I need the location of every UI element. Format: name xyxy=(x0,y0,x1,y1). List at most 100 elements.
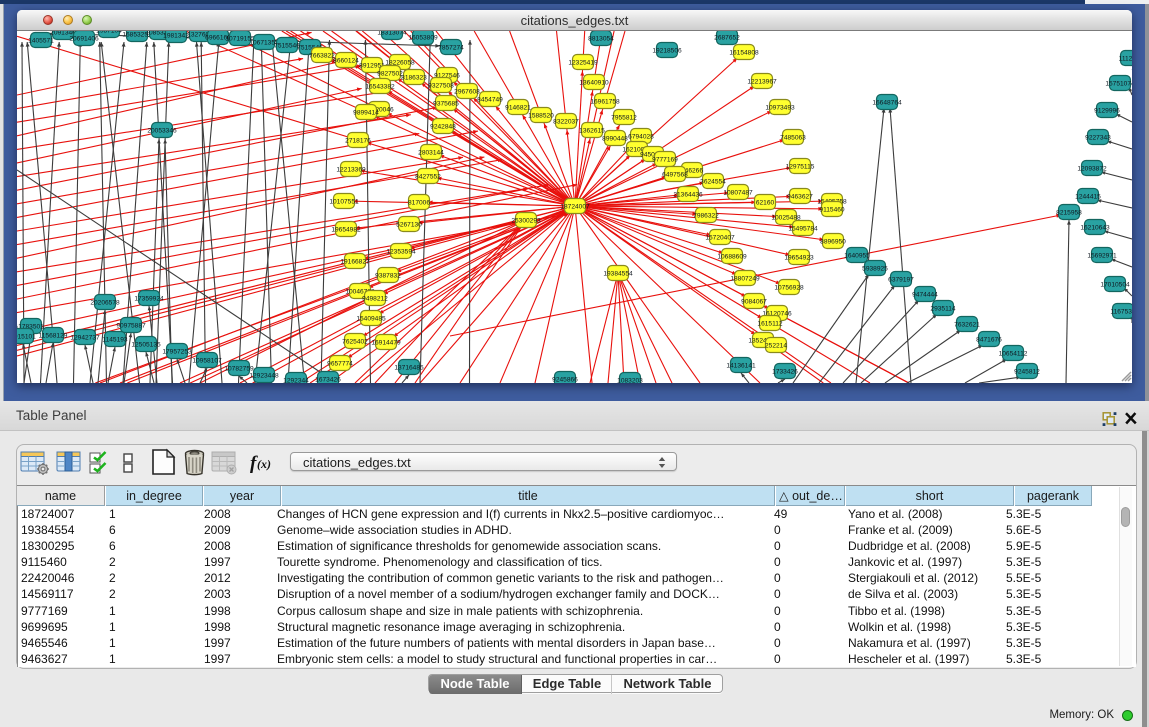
svg-text:8454749: 8454749 xyxy=(477,96,503,103)
svg-text:11568129: 11568129 xyxy=(39,332,68,339)
svg-text:252214: 252214 xyxy=(765,342,787,349)
svg-text:9375685: 9375685 xyxy=(433,100,459,107)
svg-text:1083203: 1083203 xyxy=(617,377,643,383)
svg-text:2935114: 2935114 xyxy=(930,305,956,312)
svg-text:10958107: 10958107 xyxy=(192,357,222,364)
svg-text:20691406: 20691406 xyxy=(69,35,99,42)
svg-text:3624554: 3624554 xyxy=(700,178,726,185)
svg-text:9146821: 9146821 xyxy=(505,104,531,111)
svg-text:5938925: 5938925 xyxy=(862,265,888,272)
svg-text:12325419: 12325419 xyxy=(568,59,598,66)
svg-text:1145193: 1145193 xyxy=(102,336,128,343)
svg-text:7632621: 7632621 xyxy=(954,321,980,328)
svg-text:9387832: 9387832 xyxy=(375,272,401,279)
svg-text:1640955: 1640955 xyxy=(844,252,870,259)
svg-text:1292344: 1292344 xyxy=(283,377,309,383)
svg-text:5267130: 5267130 xyxy=(396,221,422,228)
svg-text:3915101: 3915101 xyxy=(17,333,36,340)
svg-text:12505135: 12505135 xyxy=(131,341,161,348)
svg-text:17957253: 17957253 xyxy=(162,348,192,355)
svg-text:17359924: 17359924 xyxy=(134,295,164,302)
svg-text:1362615: 1362615 xyxy=(579,127,605,134)
svg-text:62160: 62160 xyxy=(756,199,775,206)
svg-text:21364436: 21364436 xyxy=(673,191,703,198)
svg-text:1673426: 1673426 xyxy=(315,376,341,383)
svg-text:8427552: 8427552 xyxy=(415,173,441,180)
svg-text:9115460: 9115460 xyxy=(819,206,845,213)
svg-text:20053346: 20053346 xyxy=(147,127,177,134)
svg-text:10688609: 10688609 xyxy=(717,253,747,260)
svg-text:15720407: 15720407 xyxy=(705,234,735,241)
svg-text:12213967: 12213967 xyxy=(747,78,777,85)
svg-text:13716485: 13716485 xyxy=(394,364,424,371)
svg-text:2718176: 2718176 xyxy=(345,137,371,144)
svg-text:12093872: 12093872 xyxy=(1077,165,1107,172)
svg-text:16053809: 16053809 xyxy=(408,34,438,41)
svg-text:10107551: 10107551 xyxy=(329,198,359,205)
svg-text:15692971: 15692971 xyxy=(1087,252,1117,259)
svg-text:7986322: 7986322 xyxy=(693,212,719,219)
svg-text:2687652: 2687652 xyxy=(714,34,740,41)
svg-text:1112134: 1112134 xyxy=(1119,55,1132,62)
svg-text:19654982: 19654982 xyxy=(331,226,361,233)
svg-text:16210643: 16210643 xyxy=(1080,224,1110,231)
svg-text:2803144: 2803144 xyxy=(418,149,444,156)
svg-text:12353594: 12353594 xyxy=(386,248,416,255)
svg-text:16648764: 16648764 xyxy=(872,99,902,106)
svg-text:25300293: 25300293 xyxy=(511,217,541,224)
svg-text:1987104: 1987104 xyxy=(96,31,122,34)
svg-text:13640910: 13640910 xyxy=(579,79,609,86)
svg-text:6497568: 6497568 xyxy=(662,171,688,178)
svg-text:19384554: 19384554 xyxy=(603,270,633,277)
svg-text:6794028: 6794028 xyxy=(628,133,654,140)
svg-text:9242848: 9242848 xyxy=(430,123,456,130)
svg-text:9899414: 9899414 xyxy=(353,109,379,116)
svg-text:17010504: 17010504 xyxy=(1100,281,1130,288)
svg-text:19218506: 19218506 xyxy=(652,47,682,54)
svg-text:16914479: 16914479 xyxy=(371,339,401,346)
svg-text:9657774: 9657774 xyxy=(327,360,353,367)
svg-text:8215958: 8215958 xyxy=(1056,209,1082,216)
svg-text:8322037: 8322037 xyxy=(553,118,579,125)
svg-text:10973493: 10973493 xyxy=(765,104,795,111)
svg-text:8813054: 8813054 xyxy=(588,35,614,42)
svg-text:20206578: 20206578 xyxy=(90,299,120,306)
svg-text:10654112: 10654112 xyxy=(999,350,1028,357)
svg-text:18313074: 18313074 xyxy=(377,31,407,36)
svg-text:18724007: 18724007 xyxy=(560,203,590,210)
svg-text:15495784: 15495784 xyxy=(788,225,818,232)
svg-text:9827502: 9827502 xyxy=(377,70,403,77)
svg-text:9474444: 9474444 xyxy=(912,291,938,298)
svg-text:(x): (x) xyxy=(257,457,271,471)
svg-text:12942737: 12942737 xyxy=(70,334,100,341)
svg-text:1588520: 1588520 xyxy=(528,112,554,119)
svg-text:8471676: 8471676 xyxy=(976,336,1002,343)
svg-text:7663822: 7663822 xyxy=(309,52,335,59)
svg-text:9084067: 9084067 xyxy=(741,298,767,305)
svg-text:8990448: 8990448 xyxy=(602,135,628,142)
svg-text:8660124: 8660124 xyxy=(333,57,359,64)
svg-text:1733426: 1733426 xyxy=(772,368,798,375)
svg-text:8186323: 8186323 xyxy=(401,74,427,81)
svg-text:9327508: 9327508 xyxy=(428,82,454,89)
svg-text:7625402: 7625402 xyxy=(342,338,368,345)
svg-text:16543382: 16543382 xyxy=(365,83,395,90)
svg-text:9498212: 9498212 xyxy=(362,295,388,302)
svg-text:7485063: 7485063 xyxy=(780,134,806,141)
svg-text:10782759: 10782759 xyxy=(224,365,254,372)
svg-text:817006: 817006 xyxy=(408,199,430,206)
svg-text:10807487: 10807487 xyxy=(723,189,753,196)
svg-text:12975115: 12975115 xyxy=(786,163,815,170)
svg-text:19166827: 19166827 xyxy=(340,258,370,265)
svg-text:18807249: 18807249 xyxy=(730,275,760,282)
svg-text:12923448: 12923448 xyxy=(249,372,279,379)
svg-text:7955812: 7955812 xyxy=(611,114,637,121)
svg-text:15409485: 15409485 xyxy=(356,315,386,322)
svg-text:19654923: 19654923 xyxy=(784,254,814,261)
svg-text:90975887: 90975887 xyxy=(116,322,146,329)
svg-text:6379197: 6379197 xyxy=(888,276,914,283)
svg-text:16154808: 16154808 xyxy=(729,49,759,56)
svg-text:1615112: 1615112 xyxy=(757,320,783,327)
svg-text:9777169: 9777169 xyxy=(652,156,678,163)
svg-text:16961758: 16961758 xyxy=(590,98,620,105)
